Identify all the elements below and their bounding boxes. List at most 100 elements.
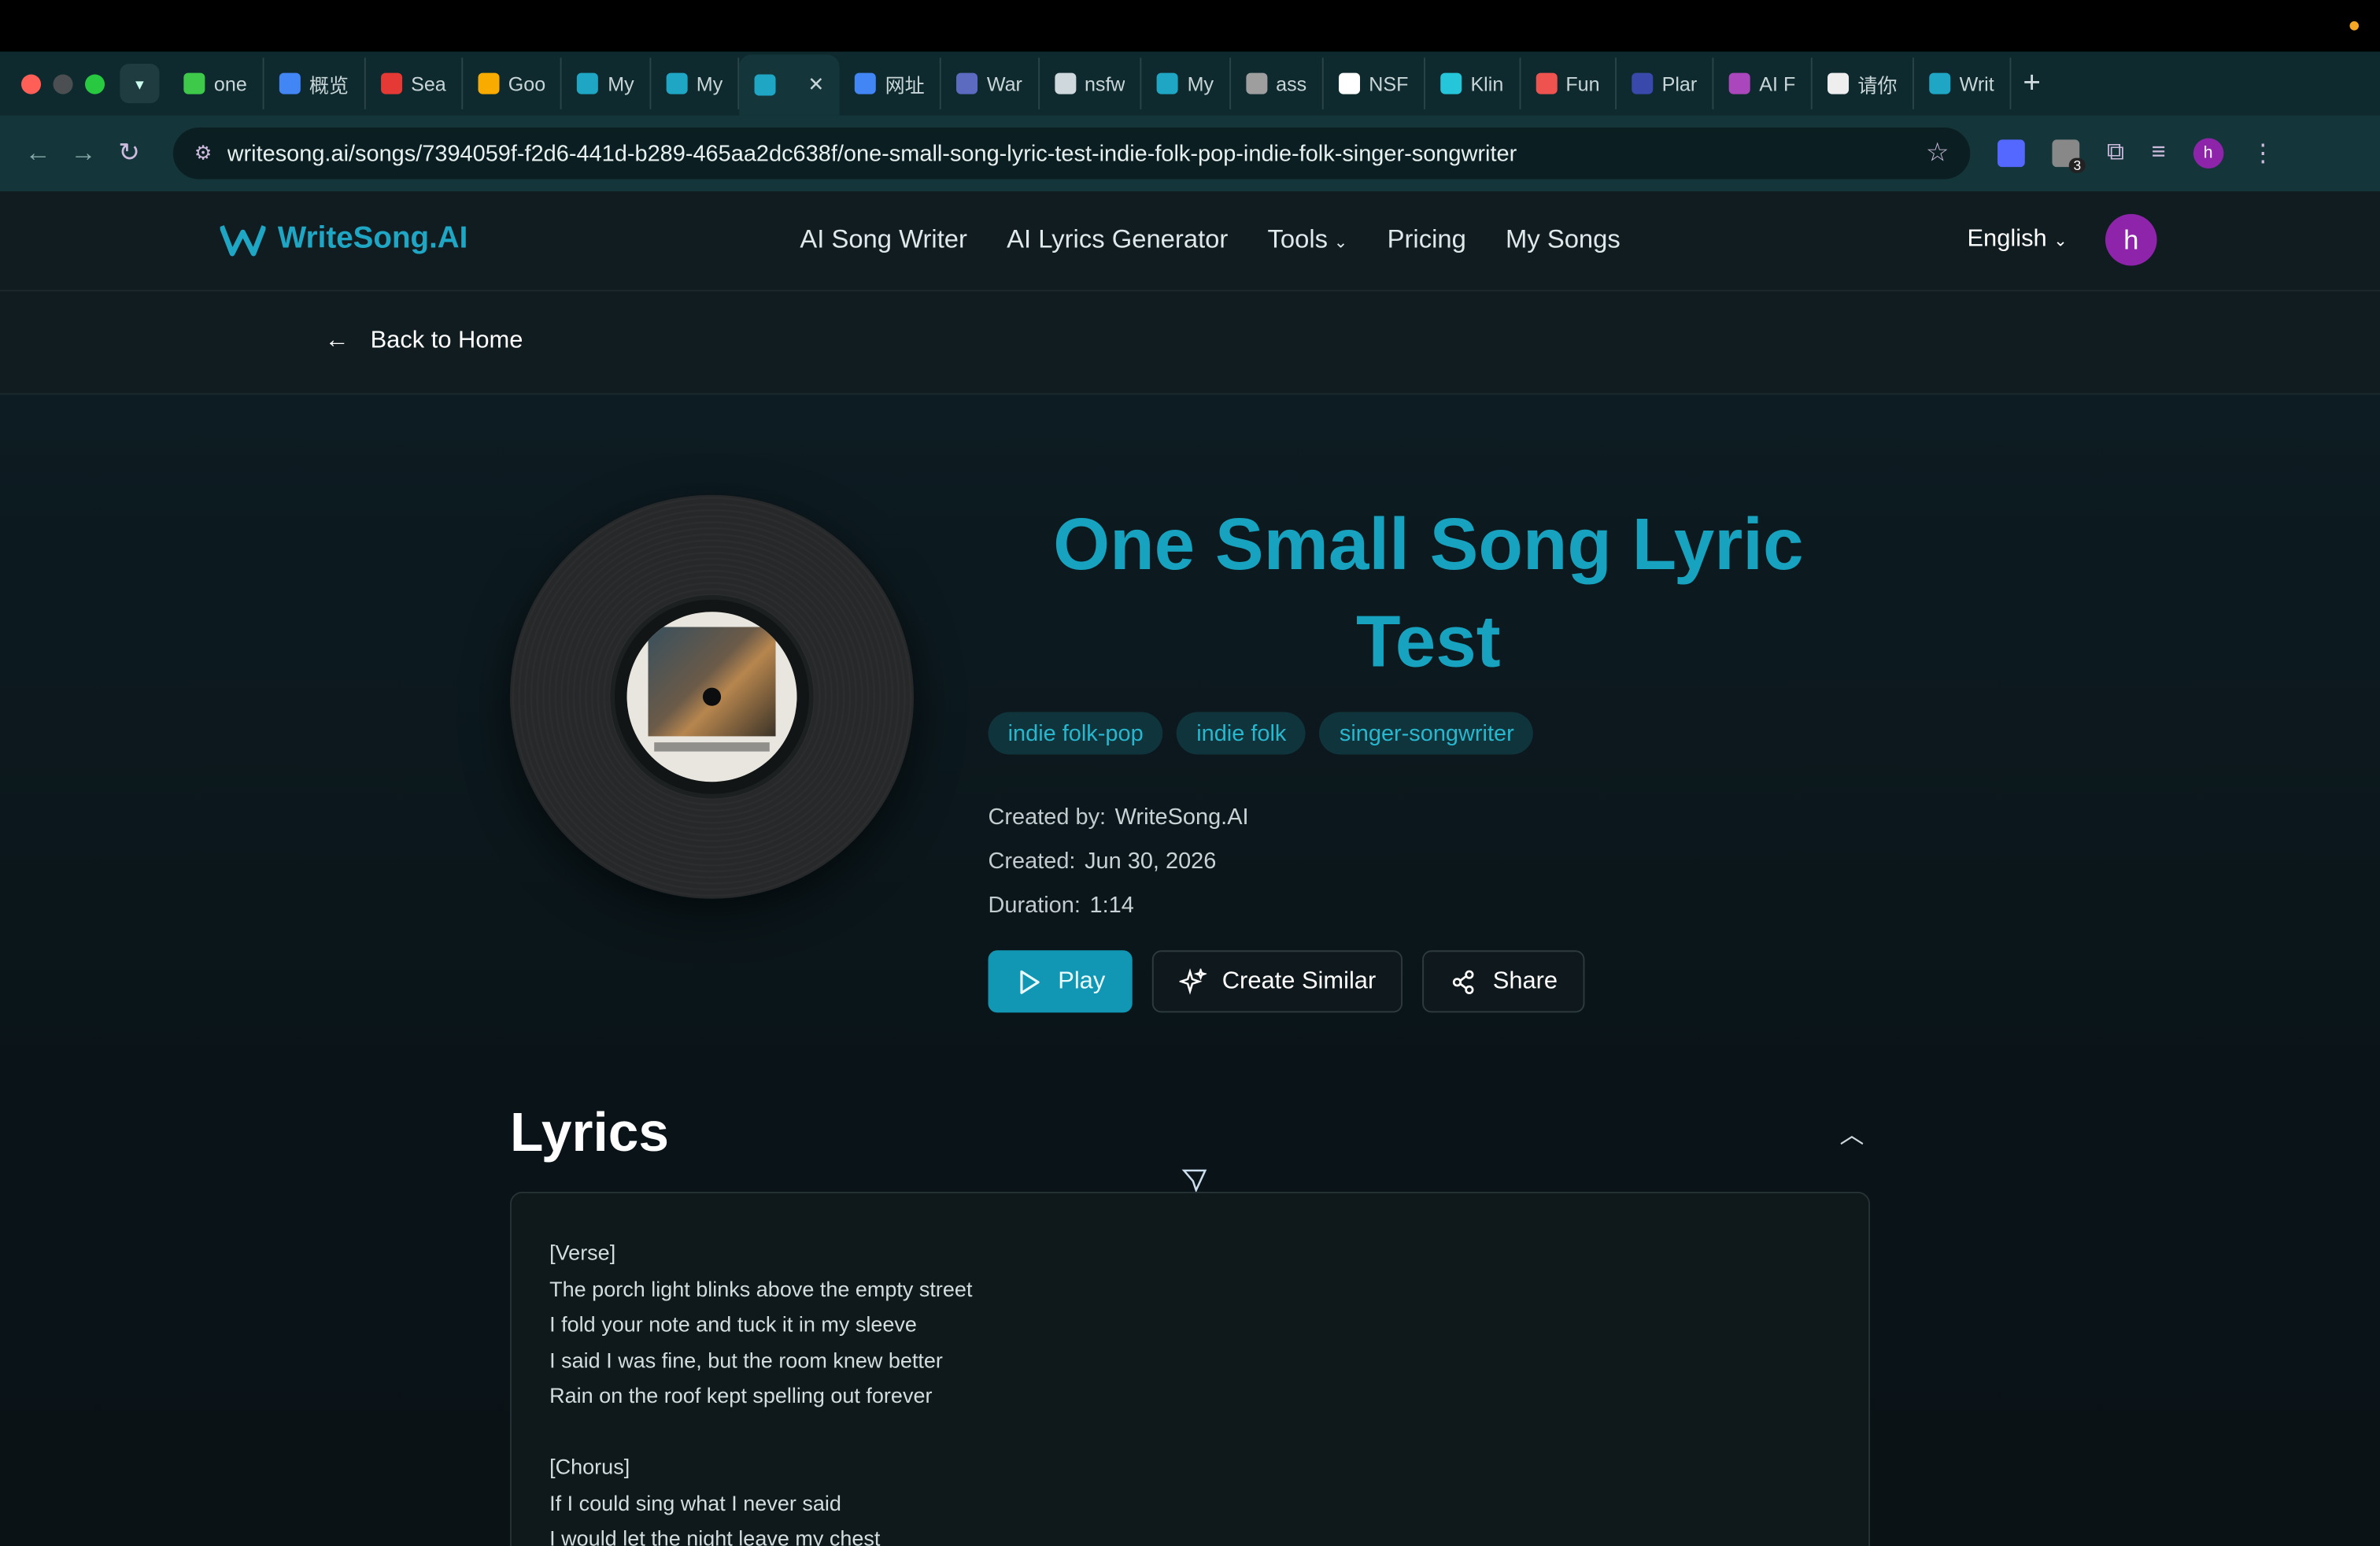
browser-tab[interactable]: Fun [1520,57,1617,109]
lyrics-heading: Lyrics [510,1100,670,1163]
browser-tab[interactable]: Writ [1914,57,2011,109]
browser-tab[interactable]: 请你 [1813,57,1914,109]
play-icon [1020,969,1040,993]
browser-tab[interactable]: 网址 [840,57,942,109]
new-tab-button[interactable]: + [2023,66,2041,101]
forward-arrow-icon[interactable]: → [61,139,106,169]
browser-tab[interactable]: War [941,57,1040,109]
tab-label: one [213,72,247,95]
nav-pricing[interactable]: Pricing [1388,224,1466,255]
create-similar-button[interactable]: Create Similar [1152,950,1403,1013]
lyric-line: [Chorus] [549,1454,630,1479]
tab-label: Fun [1565,72,1600,95]
browser-tab[interactable]: one [168,57,264,109]
nav-tools-label: Tools [1267,224,1329,254]
media-controls-icon[interactable]: ≡ [2152,139,2166,167]
site-header: WriteSong.AI AI Song Writer AI Lyrics Ge… [0,191,2380,292]
browser-profile-avatar[interactable]: h [2193,138,2223,169]
browser-tab[interactable]: Klin [1425,57,1521,109]
created-label: Created: [988,849,1076,875]
share-icon [1453,969,1475,994]
window-controls [21,73,105,94]
lyric-line [549,1414,1831,1449]
back-bar: ← Back to Home [0,291,2380,395]
close-tab-icon[interactable]: ✕ [808,73,824,98]
created-value: Jun 30, 2026 [1085,849,1217,875]
extension-badge-icon[interactable]: 3 [2052,139,2086,173]
browser-tab[interactable]: Goo [463,57,563,109]
cover-image [648,627,776,737]
nav-ai-lyrics-generator[interactable]: AI Lyrics Generator [1007,224,1228,255]
song-title: One Small Song Lyric Test [1053,505,1804,683]
chevron-up-icon[interactable]: ︿ [1839,1115,1864,1151]
puzzle-extensions-icon[interactable]: ⧉ [2107,139,2124,167]
extension-tdk-icon[interactable] [1998,139,2025,168]
bookmark-star-icon[interactable]: ☆ [1926,139,1949,169]
site-logo[interactable]: WriteSong.AI [220,222,468,257]
tab-search-button[interactable]: ▾ [120,64,160,104]
tab-favicon-icon [279,72,301,94]
duration-value: 1:14 [1089,893,1134,919]
play-button[interactable]: Play [988,950,1133,1013]
tab-label: 请你 [1857,73,1898,97]
genre-tag[interactable]: indie folk [1177,712,1306,755]
extensions-area: 3 ⧉ ≡ h ⋮ [1998,138,2275,173]
language-selector[interactable]: English ⌄ [1967,226,2068,253]
url-text[interactable]: writesong.ai/songs/7394059f-f2d6-441d-b2… [227,140,1926,166]
site-settings-icon[interactable]: ⚙ [194,141,212,165]
arrow-left-icon: ← [324,327,349,354]
nav-my-songs[interactable]: My Songs [1506,224,1621,255]
created-row: Created: Jun 30, 2026 [989,840,1249,884]
tab-favicon-icon [855,72,877,94]
tab-favicon-icon [1632,72,1654,94]
address-bar[interactable]: ⚙ writesong.ai/songs/7394059f-f2d6-441d-… [172,128,1971,179]
tab-label: AI F [1759,72,1796,95]
duration-row: Duration: 1:14 [989,883,1249,927]
play-label: Play [1058,967,1106,994]
browser-menu-icon[interactable]: ⋮ [2251,139,2275,169]
lyric-line: The porch light blinks above the empty s… [549,1275,973,1300]
share-button[interactable]: Share [1423,950,1585,1013]
minimize-window-button[interactable] [53,73,73,94]
tab-label: War [986,72,1022,95]
tab-list: one 概览 Sea Goo My My ✕ 网址 War nsfw My ass NSF Klin Fun… [168,52,2011,116]
browser-tab[interactable]: My [1142,57,1231,109]
tab-favicon-icon [1157,72,1179,94]
browser-tab[interactable]: My [562,57,651,109]
maximize-window-button[interactable] [85,73,105,94]
logo-text: WriteSong.AI [277,221,468,256]
genre-tags: indie folk-pop indie folk singer-songwri… [988,712,1534,755]
created-by-value: WriteSong.AI [1114,804,1249,830]
back-to-home-label: Back to Home [370,327,523,354]
tab-favicon-icon [1439,72,1462,94]
song-meta: Created by: WriteSong.AI Created: Jun 30, … [989,796,1249,928]
tab-favicon-icon [1728,72,1750,94]
back-arrow-icon[interactable]: ← [15,139,61,169]
browser-tab[interactable]: ass [1230,57,1324,109]
browser-tab[interactable]: AI F [1713,57,1813,109]
nav-ai-song-writer[interactable]: AI Song Writer [800,224,967,255]
genre-tag[interactable]: singer-songwriter [1319,712,1534,755]
browser-tab[interactable]: NSF [1323,57,1425,109]
tab-favicon-icon [577,72,599,94]
reload-icon[interactable]: ↻ [106,139,152,169]
system-top-bar [0,0,2380,52]
close-window-button[interactable] [21,73,42,94]
tab-favicon-icon [1338,72,1360,94]
browser-tab[interactable]: My [651,57,740,109]
lyrics-panel: [Verse] The porch light blinks above the … [510,1191,1871,1546]
user-avatar[interactable]: h [2105,213,2157,266]
song-actions: Play Create Similar Share [988,950,1585,1013]
genre-tag[interactable]: indie folk-pop [988,712,1163,755]
browser-tab[interactable]: nsfw [1039,57,1142,109]
browser-tab[interactable]: Plar [1617,57,1714,109]
tab-label: Writ [1959,72,1994,95]
browser-tab[interactable]: Sea [365,57,463,109]
browser-tab-strip: ▾ one 概览 Sea Goo My My ✕ 网址 War nsfw My ass NSF Klin F… [0,51,2380,116]
tab-favicon-icon [478,72,500,94]
nav-tools[interactable]: Tools ⌄ [1267,224,1347,255]
back-to-home-link[interactable]: ← Back to Home [325,328,523,356]
browser-tab[interactable]: 概览 [264,57,366,109]
browser-tab[interactable]: ✕ [739,54,840,116]
tab-favicon-icon [183,72,205,94]
